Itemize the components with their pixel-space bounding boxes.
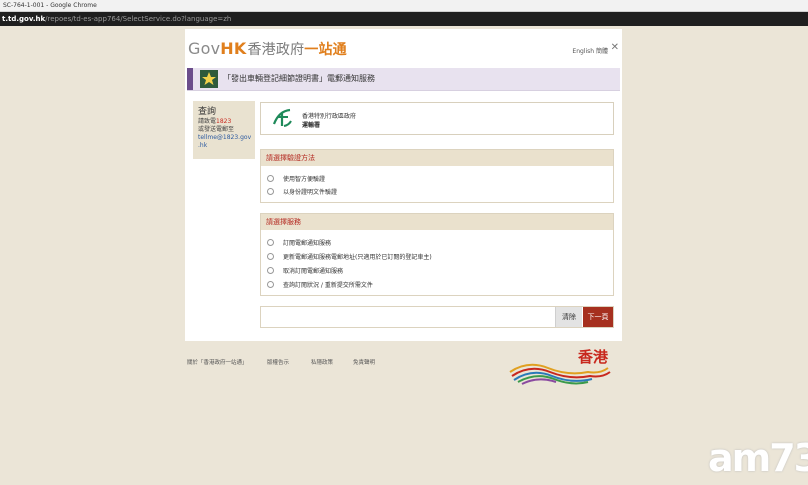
next-page-button[interactable]: 下一頁 [583,307,613,327]
verify-option-iamsmart[interactable]: 使用智方便驗證 [267,174,325,183]
action-bar: 清除 下一頁 [260,306,614,328]
brand-hong-kong-logo: 香港 [508,342,612,386]
email-link-suffix[interactable]: .hk [198,142,207,150]
service-title-bar: 「發出車輛登記細節證明書」電郵通知服務 [187,68,620,91]
logo-oss-text: 一站通 [304,42,347,58]
language-link[interactable]: English 簡體 [572,46,608,55]
service-option-subscribe[interactable]: 訂閱電郵通知服務 [267,238,331,247]
title-stripe [187,68,193,90]
verify-option-id-document[interactable]: 以身份證明文件驗證 [267,187,337,196]
logo-gov-text: Gov [188,39,221,58]
footer-link-about[interactable]: 關於「香港政府一站通」 [187,358,248,366]
radio-button[interactable] [267,253,274,260]
call-text: 請致電 [198,118,217,125]
close-icon[interactable]: ✕ [611,42,619,53]
option-label: 取消訂閱電郵通知服務 [283,268,344,275]
service-select-heading: 請選擇服務 [261,214,613,230]
option-label: 訂閱電郵通知服務 [283,240,332,247]
radio-button[interactable] [267,188,274,195]
agency-card: 香港特別行政區政府 運輸署 [260,102,614,135]
verify-method-heading: 請選擇驗證方法 [261,150,613,166]
option-label: 查詢訂閱狀況 / 重新提交所需文件 [283,282,373,289]
watermark-text: am73 [708,436,808,480]
agency-gov-name: 香港特別行政區政府 [302,113,357,120]
enquiry-heading: 查詢 [198,107,217,117]
address-bar[interactable]: t.td.gov.hk/repoes/td-es-app764/SelectSe… [0,12,808,26]
email-prompt: 或發送電郵至 [198,126,235,133]
logo-zh-text: 香港政府 [247,42,305,58]
radio-button[interactable] [267,267,274,274]
radio-button[interactable] [267,281,274,288]
phone-number[interactable]: 1823 [216,118,231,125]
url-path: /repoes/td-es-app764/SelectService.do?la… [45,15,232,23]
transport-department-logo-icon [272,108,292,127]
verify-method-section: 請選擇驗證方法 使用智方便驗證 以身份證明文件驗證 [260,149,614,203]
am730-watermark: am73 [706,436,808,485]
service-select-section: 請選擇服務 訂閱電郵通知服務 更新電郵通知服務電郵地址(只適用於已訂閱的登記車主… [260,213,614,296]
agency-dept-name: 運輸署 [302,122,321,129]
footer-link-copyright[interactable]: 版權告示 [267,358,289,366]
clear-button[interactable]: 清除 [555,307,582,327]
option-label: 以身份證明文件驗證 [283,189,338,196]
option-label: 使用智方便驗證 [283,176,326,183]
radio-button[interactable] [267,175,274,182]
service-option-unsubscribe[interactable]: 取消訂閱電郵通知服務 [267,266,343,275]
brand-hong-kong-text: 香港 [578,348,609,366]
enquiry-panel: 查詢 請致電1823 或發送電郵至 tellme@1823.gov .hk [193,101,255,159]
footer-link-disclaimer[interactable]: 免責聲明 [353,358,375,366]
footer-link-privacy[interactable]: 私隱政策 [311,358,333,366]
bauhinia-emblem-icon [200,70,218,88]
service-option-check-status[interactable]: 查詢訂閱狀況 / 重新提交所需文件 [267,280,373,289]
email-link[interactable]: tellme@1823.gov [198,134,251,142]
window-title: SC-764-1-001 - Google Chrome [3,2,97,9]
service-title: 「發出車輛登記細節證明書」電郵通知服務 [223,74,375,83]
logo-hk-text: HK [220,39,247,58]
service-option-update-email[interactable]: 更新電郵通知服務電郵地址(只適用於已訂閱的登記車主) [267,252,432,261]
url-host: t.td.gov.hk [2,15,46,23]
option-label: 更新電郵通知服務電郵地址(只適用於已訂閱的登記車主) [283,254,432,261]
page-container: GovHK香港政府一站通 English 簡體 ✕ 「發出車輛登記細節證明書」電… [185,29,622,341]
govhk-logo[interactable]: GovHK香港政府一站通 [188,39,347,59]
radio-button[interactable] [267,239,274,246]
browser-title-bar: SC-764-1-001 - Google Chrome [0,0,808,12]
